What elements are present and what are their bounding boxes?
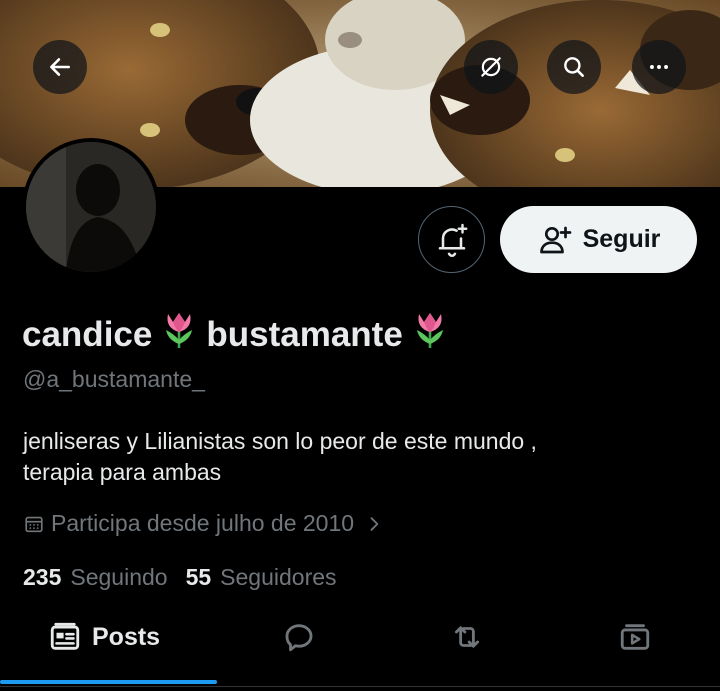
tab-replies[interactable] [282,620,316,654]
tab-posts[interactable]: Posts [48,620,160,654]
tab-retweets[interactable] [450,620,484,654]
posts-icon [50,622,80,650]
tab-media[interactable] [618,620,652,654]
profile-tabs: Posts [0,600,720,691]
person-add-icon [539,226,571,253]
display-name-part2: bustamante [206,315,403,354]
user-handle: @a_bustamante_ [23,366,205,392]
avatar[interactable] [22,138,160,276]
bio-line: jenliseras y Lilianistas son lo peor de … [23,428,537,454]
tabs-divider [0,686,720,687]
grok-button[interactable] [464,40,518,94]
following-count: 235 [23,564,62,590]
following-label: Seguindo [70,564,168,590]
join-date[interactable]: Participa desde julho de 2010 [23,510,384,537]
followers-label: Seguidores [220,564,337,590]
notify-button[interactable] [418,206,485,273]
replies-icon [285,624,313,652]
tulip-emoji-icon [162,310,196,359]
tab-posts-label: Posts [92,622,161,651]
more-button[interactable] [632,40,686,94]
display-name-part1: candice [22,315,153,354]
bio: jenliseras y Lilianistas son lo peor de … [23,426,663,488]
follow-label: Seguir [582,225,661,253]
grok-icon [481,57,501,77]
calendar-icon [25,516,43,532]
search-button[interactable] [547,40,601,94]
join-date-text: Participa desde julho de 2010 [51,510,355,536]
following-link[interactable]: 235 Seguindo [23,564,168,591]
followers-count: 55 [185,564,212,590]
follow-stats: 235 Seguindo 55 Seguidores [23,564,337,591]
active-tab-indicator [0,680,217,684]
media-icon [620,624,650,650]
bell-plus-icon [438,223,467,257]
arrow-left-icon [50,58,70,76]
tulip-emoji-icon [413,310,447,359]
display-name: candice bustamante [22,310,457,359]
search-icon [564,57,584,77]
retweet-icon [454,626,480,648]
followers-link[interactable]: 55 Seguidores [186,564,337,591]
more-horizontal-icon [650,65,668,69]
follow-button[interactable]: Seguir [500,206,697,273]
bio-line: terapia para ambas [23,459,222,485]
back-button[interactable] [33,40,87,94]
chevron-right-icon [370,516,379,531]
